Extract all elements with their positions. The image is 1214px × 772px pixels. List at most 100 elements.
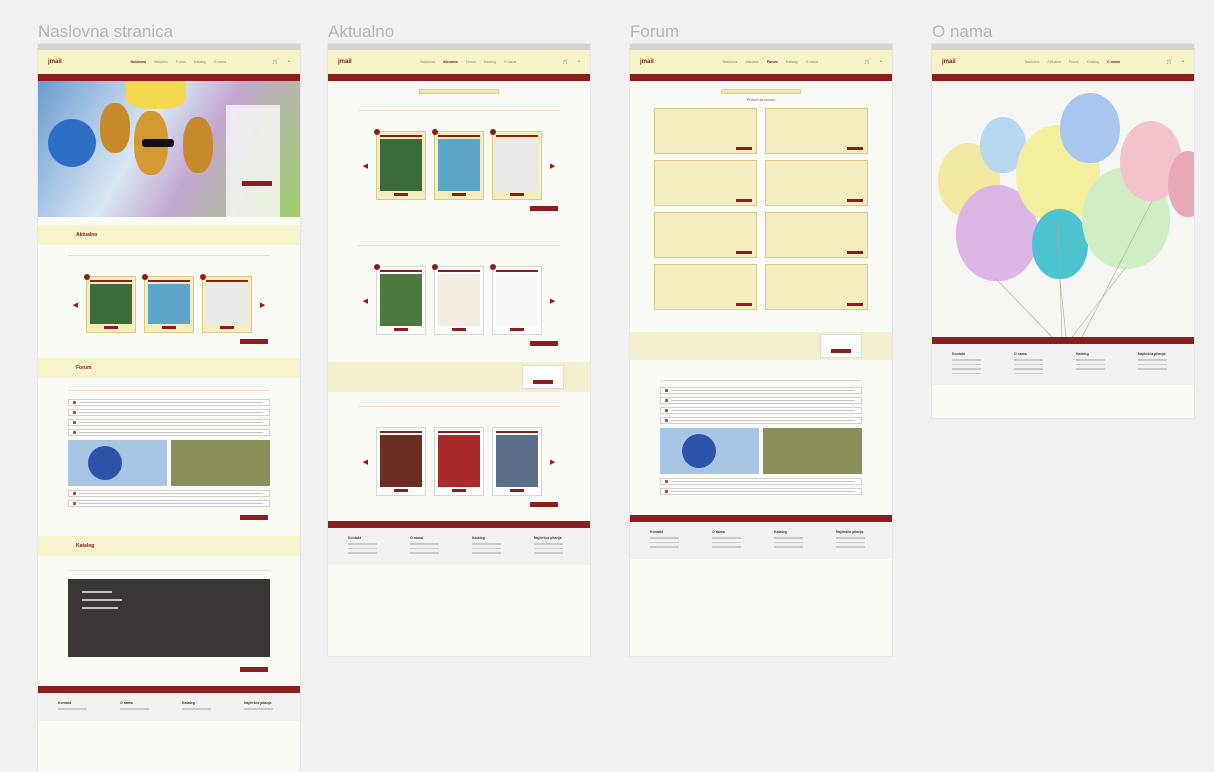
product-card[interactable] bbox=[376, 427, 426, 496]
nav-bar: jmail Naslovna Aktualno Forum Katalog O … bbox=[328, 50, 590, 74]
frame-title-forum: Forum bbox=[630, 22, 680, 41]
forum-thread-card[interactable] bbox=[765, 264, 868, 310]
product-card[interactable] bbox=[374, 264, 426, 335]
logo[interactable]: jmail bbox=[338, 59, 374, 65]
chevron-left-icon[interactable]: ◀ bbox=[73, 301, 78, 309]
footer-banner bbox=[328, 521, 590, 528]
cart-icon[interactable]: 🛒 bbox=[865, 59, 871, 65]
carousel: ◀ ▶ bbox=[328, 125, 590, 206]
user-icon[interactable]: ◔ bbox=[879, 59, 882, 65]
nav-link-aktualno[interactable]: Aktualno bbox=[745, 60, 759, 64]
nav-link-aktualno[interactable]: Aktualno bbox=[443, 60, 458, 64]
more-button[interactable] bbox=[240, 667, 268, 672]
forum-thread-card[interactable] bbox=[765, 108, 868, 154]
forum-topic[interactable] bbox=[68, 419, 270, 426]
nav-link-naslovna[interactable]: Naslovna bbox=[420, 60, 435, 64]
forum-topic[interactable] bbox=[68, 409, 270, 416]
user-icon[interactable]: ◔ bbox=[577, 59, 580, 65]
forum-topic[interactable] bbox=[660, 488, 862, 495]
product-card[interactable] bbox=[374, 129, 426, 200]
user-icon[interactable]: ◔ bbox=[287, 59, 290, 65]
frame-aktualno: jmail Naslovna Aktualno Forum Katalog O … bbox=[328, 44, 590, 656]
chevron-right-icon[interactable]: ▶ bbox=[260, 301, 265, 309]
chevron-right-icon[interactable]: ▶ bbox=[550, 297, 555, 305]
forum-thread-card[interactable] bbox=[654, 160, 757, 206]
chevron-right-icon[interactable]: ▶ bbox=[550, 458, 555, 466]
nav-link-naslovna[interactable]: Naslovna bbox=[723, 60, 738, 64]
forum-topic[interactable] bbox=[660, 397, 862, 404]
nav-link-onama[interactable]: O nama bbox=[806, 60, 818, 64]
nav-bar: jmail Naslovna Aktualno Forum Katalog O … bbox=[38, 50, 300, 74]
more-button[interactable] bbox=[530, 206, 558, 211]
search-input[interactable] bbox=[419, 89, 499, 94]
forum-thread-card[interactable] bbox=[654, 108, 757, 154]
chevron-left-icon[interactable]: ◀ bbox=[363, 297, 368, 305]
footer-col-title: Najčešća pitanja bbox=[534, 536, 562, 540]
forum-thread-card[interactable] bbox=[765, 160, 868, 206]
chevron-right-icon[interactable]: ▶ bbox=[550, 162, 555, 170]
chevron-left-icon[interactable]: ◀ bbox=[363, 458, 368, 466]
nav-link-onama[interactable]: O nama bbox=[214, 60, 226, 64]
cart-icon[interactable]: 🛒 bbox=[273, 59, 279, 65]
product-card[interactable] bbox=[142, 274, 194, 333]
nav-link-forum[interactable]: Forum bbox=[767, 60, 778, 64]
product-card[interactable] bbox=[84, 274, 136, 333]
nav-link-katalog[interactable]: Katalog bbox=[484, 60, 496, 64]
more-button[interactable] bbox=[240, 339, 268, 344]
product-card[interactable] bbox=[432, 264, 484, 335]
forum-topic[interactable] bbox=[68, 429, 270, 436]
forum-thread-card[interactable] bbox=[654, 212, 757, 258]
footer-col-title: Katalog bbox=[1076, 352, 1089, 356]
nav-link-forum[interactable]: Forum bbox=[176, 60, 186, 64]
footer-banner bbox=[38, 686, 300, 693]
product-card[interactable] bbox=[200, 274, 252, 333]
nav-link-onama[interactable]: O nama bbox=[504, 60, 516, 64]
nav-link-aktualno[interactable]: Aktualno bbox=[154, 60, 168, 64]
frame-title-aktualno: Aktualno bbox=[328, 22, 395, 41]
nav-link-naslovna[interactable]: Naslovna bbox=[131, 60, 147, 64]
logo[interactable]: jmail bbox=[942, 59, 978, 65]
more-button[interactable] bbox=[530, 502, 558, 507]
product-card[interactable] bbox=[490, 129, 542, 200]
footer: Kontakt O nama Katalog Najčešća pitanja bbox=[932, 344, 1194, 385]
nav-bar: jmail Naslovna Aktualno Forum Katalog O … bbox=[630, 50, 892, 74]
chevron-left-icon[interactable]: ◀ bbox=[363, 162, 368, 170]
forum-topic[interactable] bbox=[660, 407, 862, 414]
forum-heading: Pridruži se forumu bbox=[746, 98, 776, 102]
forum-topic[interactable] bbox=[68, 399, 270, 406]
nav-link-aktualno[interactable]: Aktualno bbox=[1047, 60, 1061, 64]
promo-banner bbox=[38, 74, 300, 81]
forum-topic[interactable] bbox=[660, 417, 862, 424]
nav-link-forum[interactable]: Forum bbox=[1069, 60, 1079, 64]
forum-thread-card[interactable] bbox=[765, 212, 868, 258]
footer: Kontakt O nama Katalog Najčešća pitanja bbox=[38, 693, 300, 721]
nav-link-forum[interactable]: Forum bbox=[466, 60, 476, 64]
nav-link-onama[interactable]: O nama bbox=[1107, 60, 1120, 64]
forum-topic[interactable] bbox=[68, 500, 270, 507]
nav-link-naslovna[interactable]: Naslovna bbox=[1025, 60, 1040, 64]
section-forum: Forum bbox=[38, 358, 300, 378]
more-button[interactable] bbox=[240, 515, 268, 520]
logo[interactable]: jmail bbox=[640, 59, 676, 65]
cart-icon[interactable]: 🛒 bbox=[1167, 59, 1173, 65]
more-button[interactable] bbox=[530, 341, 558, 346]
nav-link-katalog[interactable]: Katalog bbox=[786, 60, 798, 64]
product-card[interactable] bbox=[432, 129, 484, 200]
forum-topic[interactable] bbox=[660, 478, 862, 485]
frame-title-onama: O nama bbox=[932, 22, 993, 41]
forum-thread-card[interactable] bbox=[654, 264, 757, 310]
forum-topic[interactable] bbox=[68, 490, 270, 497]
forum-image-kids bbox=[763, 428, 862, 474]
search-input[interactable] bbox=[721, 89, 801, 94]
footer-col-title: Najčešća pitanja bbox=[1138, 352, 1166, 356]
forum-topic[interactable] bbox=[660, 387, 862, 394]
logo[interactable]: jmail bbox=[48, 59, 84, 65]
product-card[interactable] bbox=[434, 427, 484, 496]
nav-link-katalog[interactable]: Katalog bbox=[194, 60, 206, 64]
nav-link-katalog[interactable]: Katalog bbox=[1087, 60, 1099, 64]
nav-bar: jmail Naslovna Aktualno Forum Katalog O … bbox=[932, 50, 1194, 74]
user-icon[interactable]: ◔ bbox=[1181, 59, 1184, 65]
cart-icon[interactable]: 🛒 bbox=[563, 59, 569, 65]
product-card[interactable] bbox=[492, 427, 542, 496]
product-card[interactable] bbox=[490, 264, 542, 335]
